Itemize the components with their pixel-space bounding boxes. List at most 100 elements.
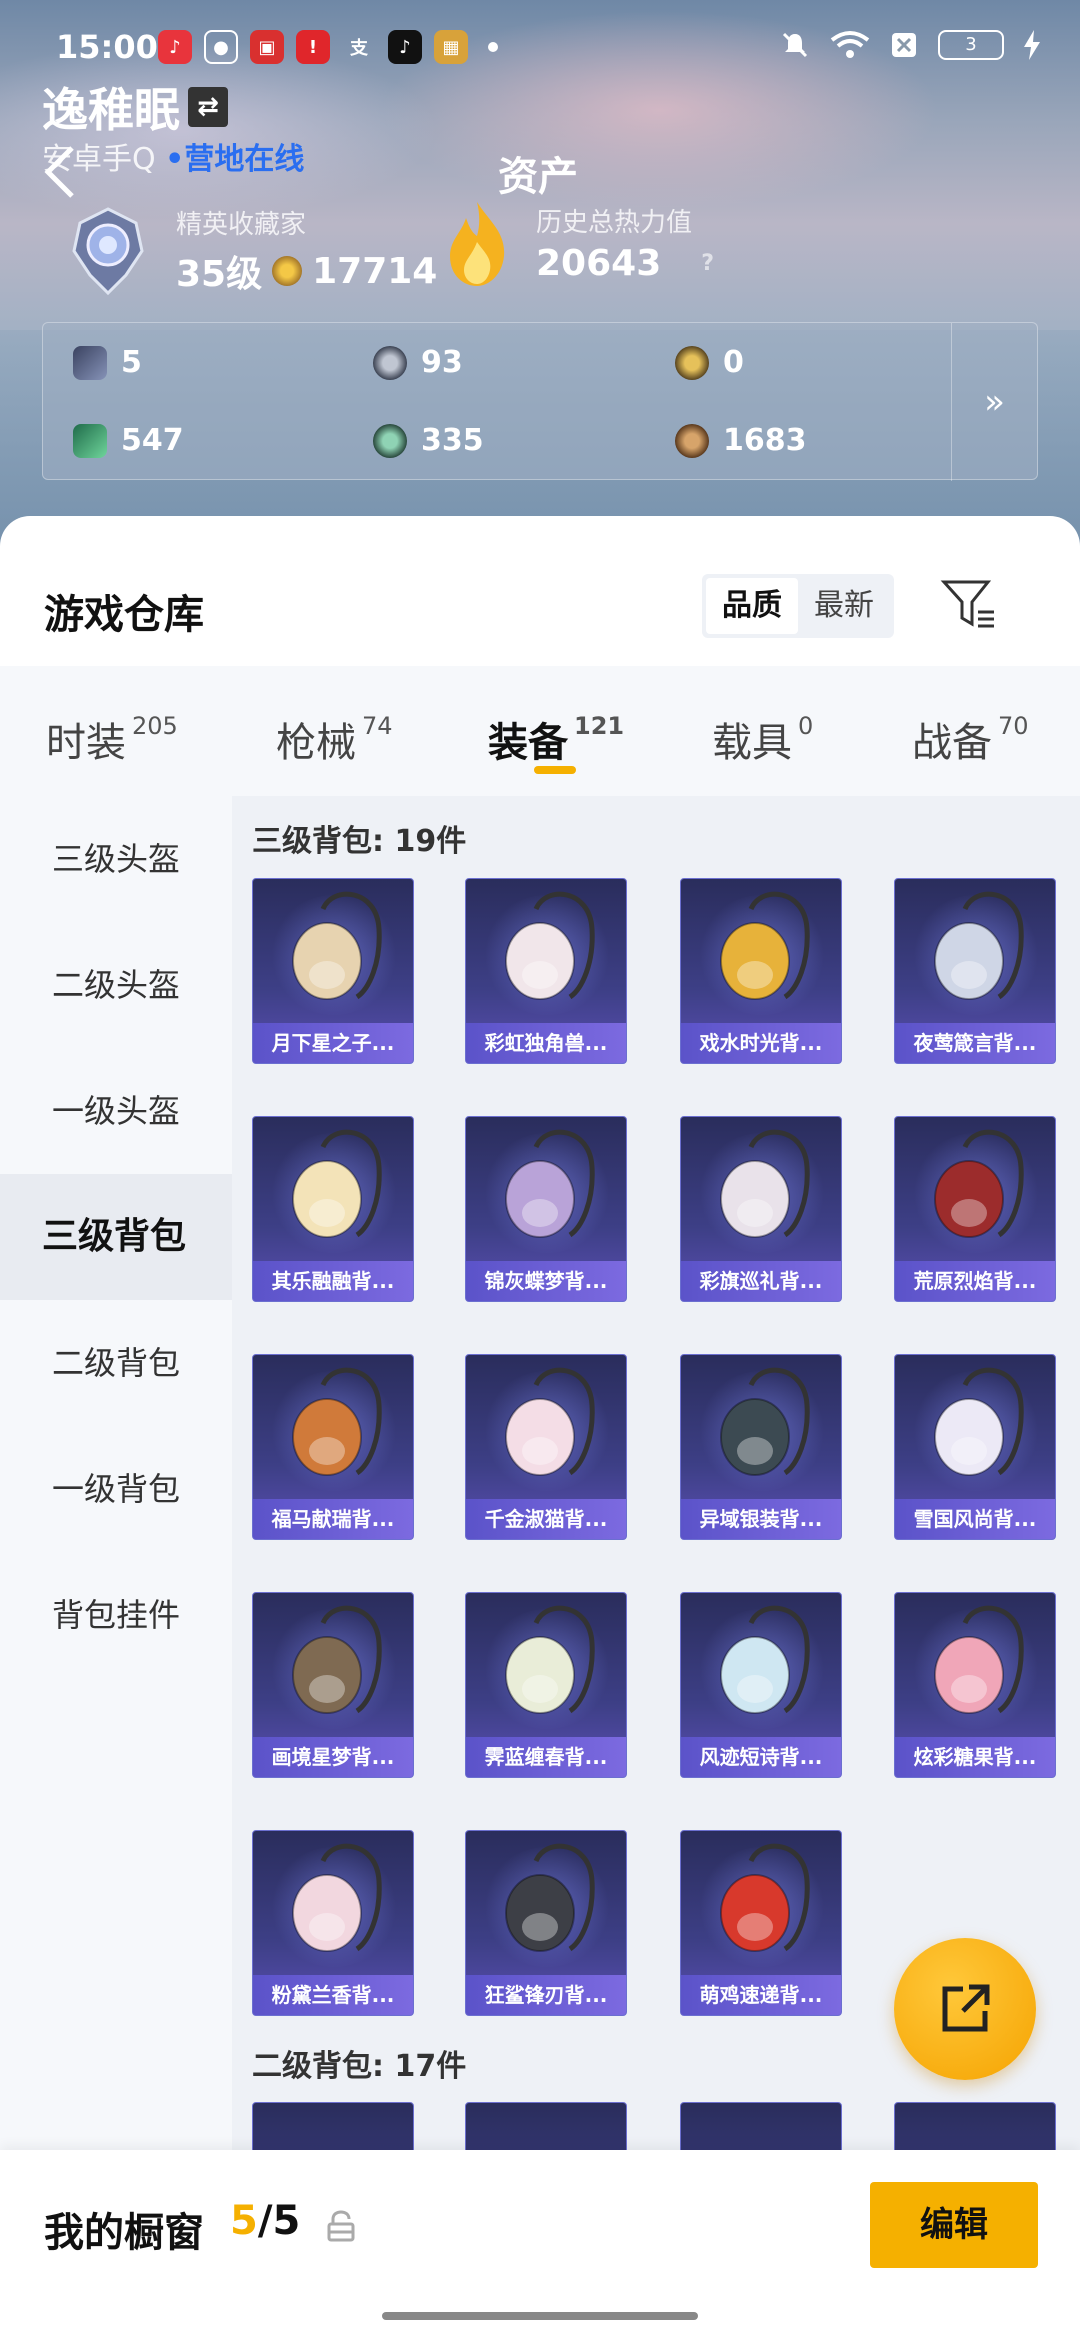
- tab-equipment[interactable]: 装备 121: [488, 710, 624, 768]
- resource-value: 335: [421, 423, 484, 458]
- header-background: 15:00 ♪ ● ▣ ! 支 ♪ ▦ 3 逸稚眠 ⇄ 安卓手Q •营地在线 资…: [0, 0, 1080, 560]
- rank-emblem-icon: [72, 206, 144, 295]
- item-name: 萌鸡速递背...: [681, 1975, 841, 2015]
- item-card[interactable]: 狂鲨锋刃背...: [465, 1830, 627, 2016]
- item-name: 炫彩糖果背...: [895, 1737, 1055, 1777]
- green-card-icon: [73, 423, 107, 458]
- item-name: 戏水时光背...: [681, 1023, 841, 1063]
- username: 逸稚眠 ⇄: [42, 74, 228, 140]
- item-name: 彩虹独角兽...: [466, 1023, 626, 1063]
- item-card[interactable]: 荒原烈焰背...: [894, 1116, 1056, 1302]
- showcase-total: /5: [257, 2198, 301, 2244]
- status-time: 15:00: [56, 28, 158, 66]
- item-card[interactable]: 萌鸡速递背...: [680, 1830, 842, 2016]
- item-card[interactable]: 画境星梦背...: [252, 1592, 414, 1778]
- charging-icon: [1024, 30, 1040, 60]
- page-title: 资产: [498, 154, 578, 200]
- edit-button[interactable]: 编辑: [870, 2182, 1038, 2268]
- item-name: 风迹短诗背...: [681, 1737, 841, 1777]
- sort-toggle: 品质 最新: [702, 574, 894, 638]
- collector-rank: 精英收藏家 35级 17714: [62, 204, 437, 297]
- warehouse-sheet: 游戏仓库 品质 最新 时装 205 枪械 74 装备 121 载具 0 战备 70 三级头…: [0, 516, 1080, 2340]
- sidebar-item-backpack-2[interactable]: 二级背包: [0, 1300, 232, 1426]
- more-resources-icon[interactable]: »: [951, 323, 1037, 481]
- item-card[interactable]: 月下星之子...: [252, 878, 414, 1064]
- item-card[interactable]: 风迹短诗背...: [680, 1592, 842, 1778]
- item-card[interactable]: 夜莺箴言背...: [894, 878, 1056, 1064]
- sidebar-item-helmet-1[interactable]: 一级头盔: [0, 1048, 232, 1174]
- tab-label: 时装: [46, 720, 126, 766]
- online-status-text: 营地在线: [184, 142, 305, 177]
- help-icon[interactable]: ?: [701, 251, 714, 276]
- item-grid: 三级背包: 19件 二级背包: 17件 月下星之子... 彩虹独角兽... 戏水时光…: [232, 796, 1080, 2340]
- card-icon: [73, 345, 107, 380]
- sidebar-item-pendant[interactable]: 背包挂件: [0, 1552, 232, 1678]
- username-text: 逸稚眠: [42, 83, 180, 137]
- item-card[interactable]: 霁蓝缠春背...: [465, 1592, 627, 1778]
- backpack-icon: [720, 1605, 810, 1714]
- lock-icon[interactable]: [326, 2210, 356, 2242]
- tab-label: 装备: [488, 720, 568, 766]
- backpack-icon: [292, 1843, 382, 1952]
- tiktok-icon: ♪: [388, 30, 422, 64]
- sort-latest[interactable]: 最新: [798, 578, 890, 634]
- share-button[interactable]: [894, 1938, 1036, 2080]
- switch-account-icon[interactable]: ⇄: [188, 87, 228, 127]
- item-name: 异域银装背...: [681, 1499, 841, 1539]
- sidebar-item-helmet-3[interactable]: 三级头盔: [0, 796, 232, 922]
- sidebar-item-helmet-2[interactable]: 二级头盔: [0, 922, 232, 1048]
- item-card[interactable]: 彩旗巡礼背...: [680, 1116, 842, 1302]
- tab-label: 战备: [912, 720, 992, 766]
- filter-icon[interactable]: [940, 576, 996, 632]
- sidebar-item-backpack-1[interactable]: 一级背包: [0, 1426, 232, 1552]
- showcase-label: 我的橱窗: [44, 2210, 204, 2256]
- more-notifications-icon: [488, 42, 498, 52]
- backpack-icon: [720, 1129, 810, 1238]
- rank-title: 精英收藏家: [176, 210, 307, 240]
- item-card[interactable]: 戏水时光背...: [680, 878, 842, 1064]
- item-card[interactable]: 粉黛兰香背...: [252, 1830, 414, 2016]
- sort-quality[interactable]: 品质: [706, 578, 798, 634]
- back-icon[interactable]: [40, 142, 80, 202]
- item-card[interactable]: 福马献瑞背...: [252, 1354, 414, 1540]
- backpack-icon: [934, 891, 1024, 1000]
- backpack-icon: [934, 1605, 1024, 1714]
- sidebar-item-backpack-3[interactable]: 三级背包: [0, 1174, 232, 1300]
- share-icon: [942, 1984, 990, 2032]
- item-card[interactable]: 异域银装背...: [680, 1354, 842, 1540]
- home-indicator[interactable]: [382, 2312, 698, 2320]
- tab-vehicles[interactable]: 载具 0: [712, 710, 813, 768]
- item-card[interactable]: 雪国风尚背...: [894, 1354, 1056, 1540]
- mute-icon: [782, 32, 808, 58]
- item-name: 雪国风尚背...: [895, 1499, 1055, 1539]
- item-name: 夜莺箴言背...: [895, 1023, 1055, 1063]
- heat-label: 历史总热力值: [536, 208, 693, 238]
- tab-label: 枪械: [276, 720, 356, 766]
- tab-fashion[interactable]: 时装 205: [46, 710, 178, 768]
- gold-token-icon: [675, 345, 709, 380]
- resource-value: 0: [723, 345, 744, 380]
- backpack-icon: [934, 1129, 1024, 1238]
- item-card[interactable]: 彩虹独角兽...: [465, 878, 627, 1064]
- tab-count: 74: [362, 712, 393, 740]
- game-app-icon: ▦: [434, 30, 468, 64]
- tab-weapons[interactable]: 枪械 74: [276, 710, 393, 768]
- backpack-icon: [292, 1367, 382, 1476]
- resource-item: 5: [73, 345, 142, 380]
- item-card[interactable]: 千金淑猫背...: [465, 1354, 627, 1540]
- tab-supplies[interactable]: 战备 70: [912, 710, 1029, 768]
- tab-count: 205: [132, 712, 178, 740]
- item-card[interactable]: 炫彩糖果背...: [894, 1592, 1056, 1778]
- item-name: 画境星梦背...: [253, 1737, 413, 1777]
- section-title: 二级背包: 17件: [252, 2049, 467, 2084]
- item-card[interactable]: 锦灰蝶梦背...: [465, 1116, 627, 1302]
- subcategory-sidebar: 三级头盔 二级头盔 一级头盔 三级背包 二级背包 一级背包 背包挂件: [0, 796, 232, 2340]
- item-name: 彩旗巡礼背...: [681, 1261, 841, 1301]
- item-name: 月下星之子...: [253, 1023, 413, 1063]
- resource-value: 93: [421, 345, 463, 380]
- wifi-icon: [830, 31, 870, 58]
- news-app-icon: ▣: [250, 30, 284, 64]
- item-name: 其乐融融背...: [253, 1261, 413, 1301]
- item-card[interactable]: 其乐融融背...: [252, 1116, 414, 1302]
- alipay-icon: 支: [350, 38, 368, 59]
